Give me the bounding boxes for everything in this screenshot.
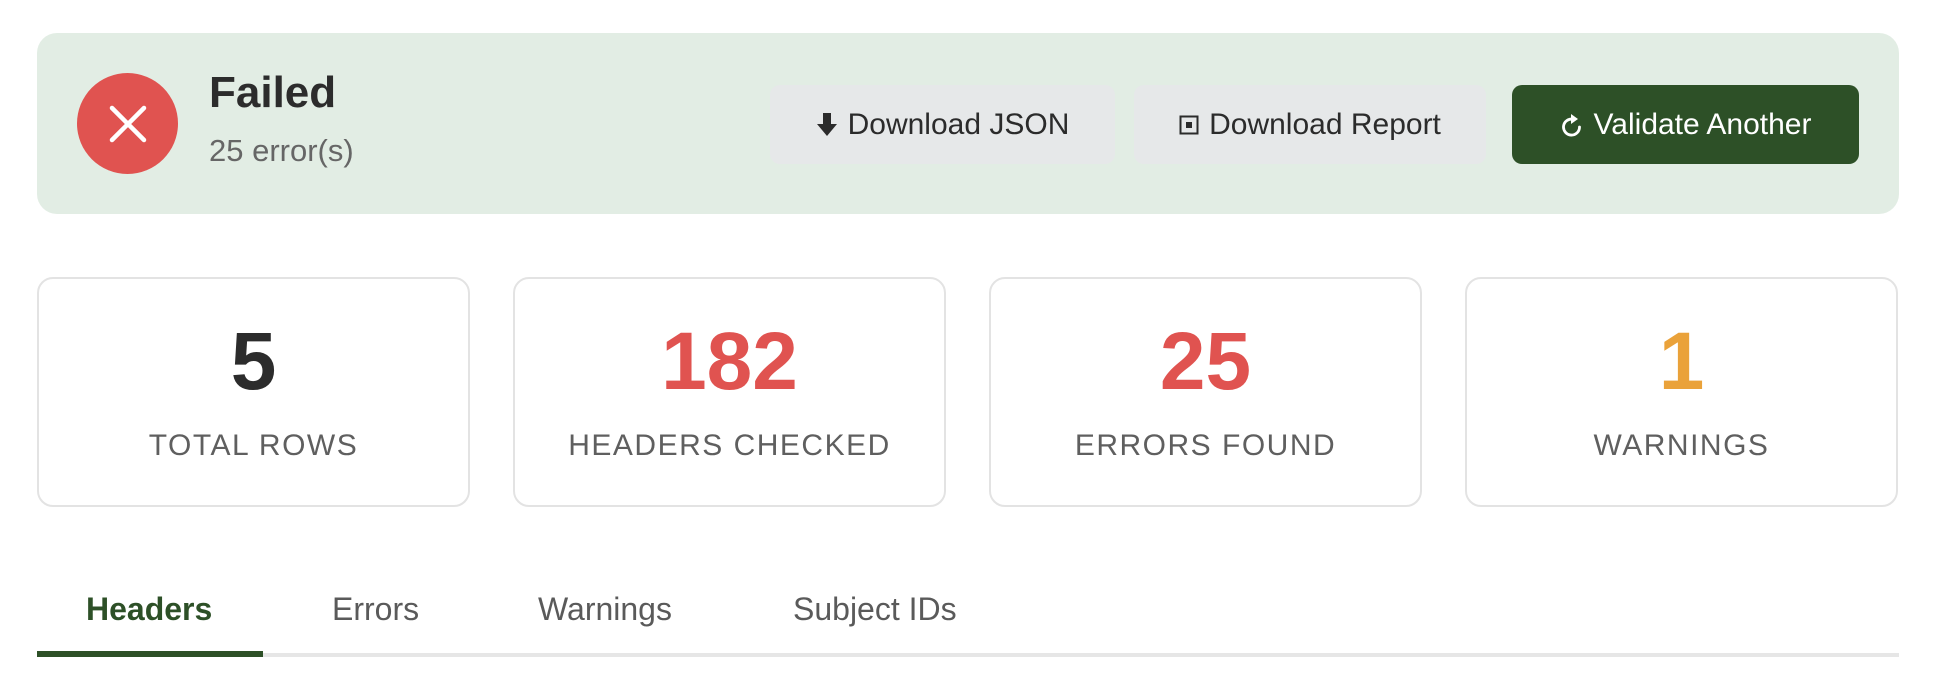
- errors-found-value: 25: [1159, 316, 1252, 407]
- validate-another-button[interactable]: Validate Another: [1512, 85, 1859, 164]
- total-rows-value: 5: [230, 316, 277, 407]
- stat-card-headers-checked: 182 HEADERS CHECKED: [513, 277, 946, 507]
- close-icon: [109, 105, 146, 142]
- status-title: Failed: [209, 68, 337, 117]
- tab-errors[interactable]: Errors: [332, 593, 419, 625]
- status-subtitle: 25 error(s): [209, 133, 354, 168]
- warnings-value: 1: [1658, 316, 1705, 407]
- validate-another-label: Validate Another: [1593, 107, 1812, 141]
- active-tab-indicator: [37, 651, 263, 657]
- tab-subject-ids[interactable]: Subject IDs: [793, 593, 957, 625]
- download-arrow-icon: [816, 111, 838, 139]
- headers-checked-value: 182: [661, 316, 798, 407]
- total-rows-label: TOTAL ROWS: [148, 429, 359, 462]
- warnings-label: WARNINGS: [1593, 429, 1770, 462]
- download-report-label: Download Report: [1209, 107, 1441, 141]
- errors-found-label: ERRORS FOUND: [1074, 429, 1337, 462]
- status-banner: Failed 25 error(s) Download JSON Downloa…: [37, 33, 1899, 214]
- results-tabs: Headers Errors Warnings Subject IDs: [37, 575, 1899, 657]
- stat-card-warnings: 1 WARNINGS: [1465, 277, 1898, 507]
- tab-warnings[interactable]: Warnings: [538, 593, 672, 625]
- headers-checked-label: HEADERS CHECKED: [568, 429, 891, 462]
- download-json-button[interactable]: Download JSON: [770, 85, 1115, 164]
- stat-card-total-rows: 5 TOTAL ROWS: [37, 277, 470, 507]
- tabs-divider: [37, 653, 1899, 657]
- download-report-button[interactable]: Download Report: [1134, 85, 1486, 164]
- refresh-icon: [1560, 112, 1584, 138]
- report-square-icon: [1179, 115, 1199, 135]
- stat-card-errors-found: 25 ERRORS FOUND: [989, 277, 1422, 507]
- download-json-label: Download JSON: [847, 107, 1070, 141]
- error-status-badge: [77, 73, 178, 174]
- tab-headers[interactable]: Headers: [86, 593, 212, 625]
